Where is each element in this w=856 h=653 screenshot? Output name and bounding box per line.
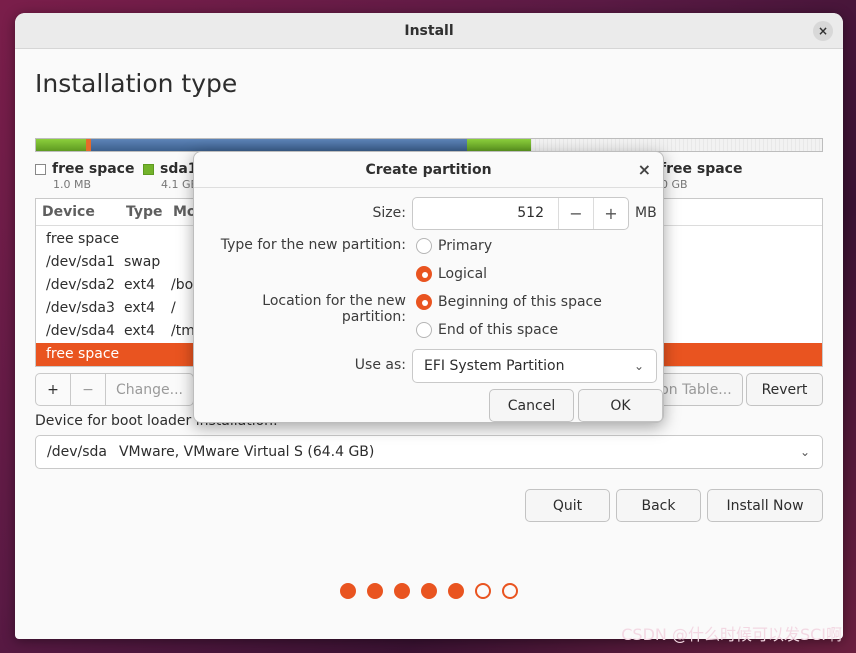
radio-circle xyxy=(416,322,432,338)
quit-button[interactable]: Quit xyxy=(525,489,610,522)
progress-dot xyxy=(394,583,410,599)
remove-partition-button[interactable]: − xyxy=(71,373,106,406)
legend-label: free space xyxy=(52,161,135,177)
partition-bar-segment xyxy=(467,139,531,151)
cancel-button[interactable]: Cancel xyxy=(489,389,574,422)
column-type[interactable]: Type xyxy=(126,204,163,220)
cell-type: swap xyxy=(124,254,161,270)
table-toolbar: + − Change... xyxy=(35,373,194,406)
install-now-button[interactable]: Install Now xyxy=(707,489,823,522)
cell-device: free space xyxy=(46,346,120,362)
progress-dot xyxy=(340,583,356,599)
size-spinbox[interactable]: 512 − + xyxy=(412,197,629,230)
page-title: Installation type xyxy=(35,69,238,98)
use-as-value: EFI System Partition xyxy=(424,358,565,374)
cell-mount: / xyxy=(171,300,176,316)
cell-mount: /bo xyxy=(171,277,194,293)
radio-primary[interactable]: Primary xyxy=(416,238,492,254)
legend-item: free space 1.0 MB xyxy=(35,161,135,191)
partition-bar-segment xyxy=(91,139,467,151)
size-label: Size: xyxy=(372,205,406,221)
cell-device: /dev/sda1 xyxy=(46,254,115,270)
window-title: Install xyxy=(404,22,454,39)
radio-end[interactable]: End of this space xyxy=(416,322,558,338)
dialog-title: Create partition xyxy=(365,161,492,178)
legend-size: 0 GB xyxy=(661,178,688,191)
cell-device: free space xyxy=(46,231,120,247)
close-icon[interactable]: × xyxy=(638,160,651,179)
radio-beginning[interactable]: Beginning of this space xyxy=(416,294,602,310)
cell-type: ext4 xyxy=(124,300,156,316)
progress-dot xyxy=(421,583,437,599)
legend-swatch xyxy=(35,163,46,175)
cell-type: ext4 xyxy=(124,323,156,339)
progress-dot xyxy=(475,583,491,599)
progress-dot xyxy=(367,583,383,599)
ok-button[interactable]: OK xyxy=(578,389,663,422)
legend-item: sda1 4.1 GB xyxy=(143,161,198,191)
size-decrement-button[interactable]: − xyxy=(558,198,593,229)
progress-dots xyxy=(340,583,518,599)
progress-dot xyxy=(448,583,464,599)
cell-mount: /tm xyxy=(171,323,195,339)
revert-button[interactable]: Revert xyxy=(746,373,823,406)
cell-device: /dev/sda2 xyxy=(46,277,115,293)
radio-beginning-label: Beginning of this space xyxy=(438,294,602,310)
change-partition-button[interactable]: Change... xyxy=(106,373,194,406)
cell-device: /dev/sda4 xyxy=(46,323,115,339)
legend-label: sda1 xyxy=(160,161,198,177)
partition-bar-segment xyxy=(36,139,86,151)
legend-swatch xyxy=(143,163,154,175)
boot-device-description: VMware, VMware Virtual S (64.4 GB) xyxy=(118,444,375,460)
radio-primary-label: Primary xyxy=(438,238,493,254)
add-partition-button[interactable]: + xyxy=(35,373,71,406)
use-as-label: Use as: xyxy=(354,357,406,373)
radio-end-label: End of this space xyxy=(438,322,559,338)
chevron-down-icon: ⌄ xyxy=(799,445,810,459)
radio-logical-label: Logical xyxy=(438,266,488,282)
close-icon[interactable]: × xyxy=(813,21,833,41)
back-button[interactable]: Back xyxy=(616,489,701,522)
radio-circle-selected xyxy=(416,294,432,310)
radio-logical[interactable]: Logical xyxy=(416,266,487,282)
boot-device: /dev/sda xyxy=(47,444,107,460)
type-label: Type for the new partition: xyxy=(220,237,406,253)
dialog-title-bar: Create partition × xyxy=(194,152,663,188)
column-device[interactable]: Device xyxy=(42,204,95,220)
title-bar: Install × xyxy=(15,13,843,49)
watermark: CSDN @什么时候可以发SCI啊 xyxy=(621,625,842,644)
cell-type: ext4 xyxy=(124,277,156,293)
radio-circle xyxy=(416,238,432,254)
cell-device: /dev/sda3 xyxy=(46,300,115,316)
location-label: Location for the new partition: xyxy=(262,293,406,325)
partition-bar-segment xyxy=(531,139,822,151)
chevron-down-icon: ⌄ xyxy=(633,359,644,373)
size-increment-button[interactable]: + xyxy=(593,198,628,229)
radio-circle-selected xyxy=(416,266,432,282)
size-unit: MB xyxy=(635,205,657,221)
boot-loader-select[interactable]: /dev/sda VMware, VMware Virtual S (64.4 … xyxy=(35,435,823,469)
create-partition-dialog: Create partition × Size: 512 − + MB Type… xyxy=(193,151,664,423)
legend-label: free space xyxy=(660,161,743,177)
size-input[interactable]: 512 xyxy=(413,198,558,229)
partition-bar xyxy=(35,138,823,152)
legend-size: 1.0 MB xyxy=(53,178,92,191)
use-as-select[interactable]: EFI System Partition ⌄ xyxy=(412,349,657,383)
progress-dot xyxy=(502,583,518,599)
